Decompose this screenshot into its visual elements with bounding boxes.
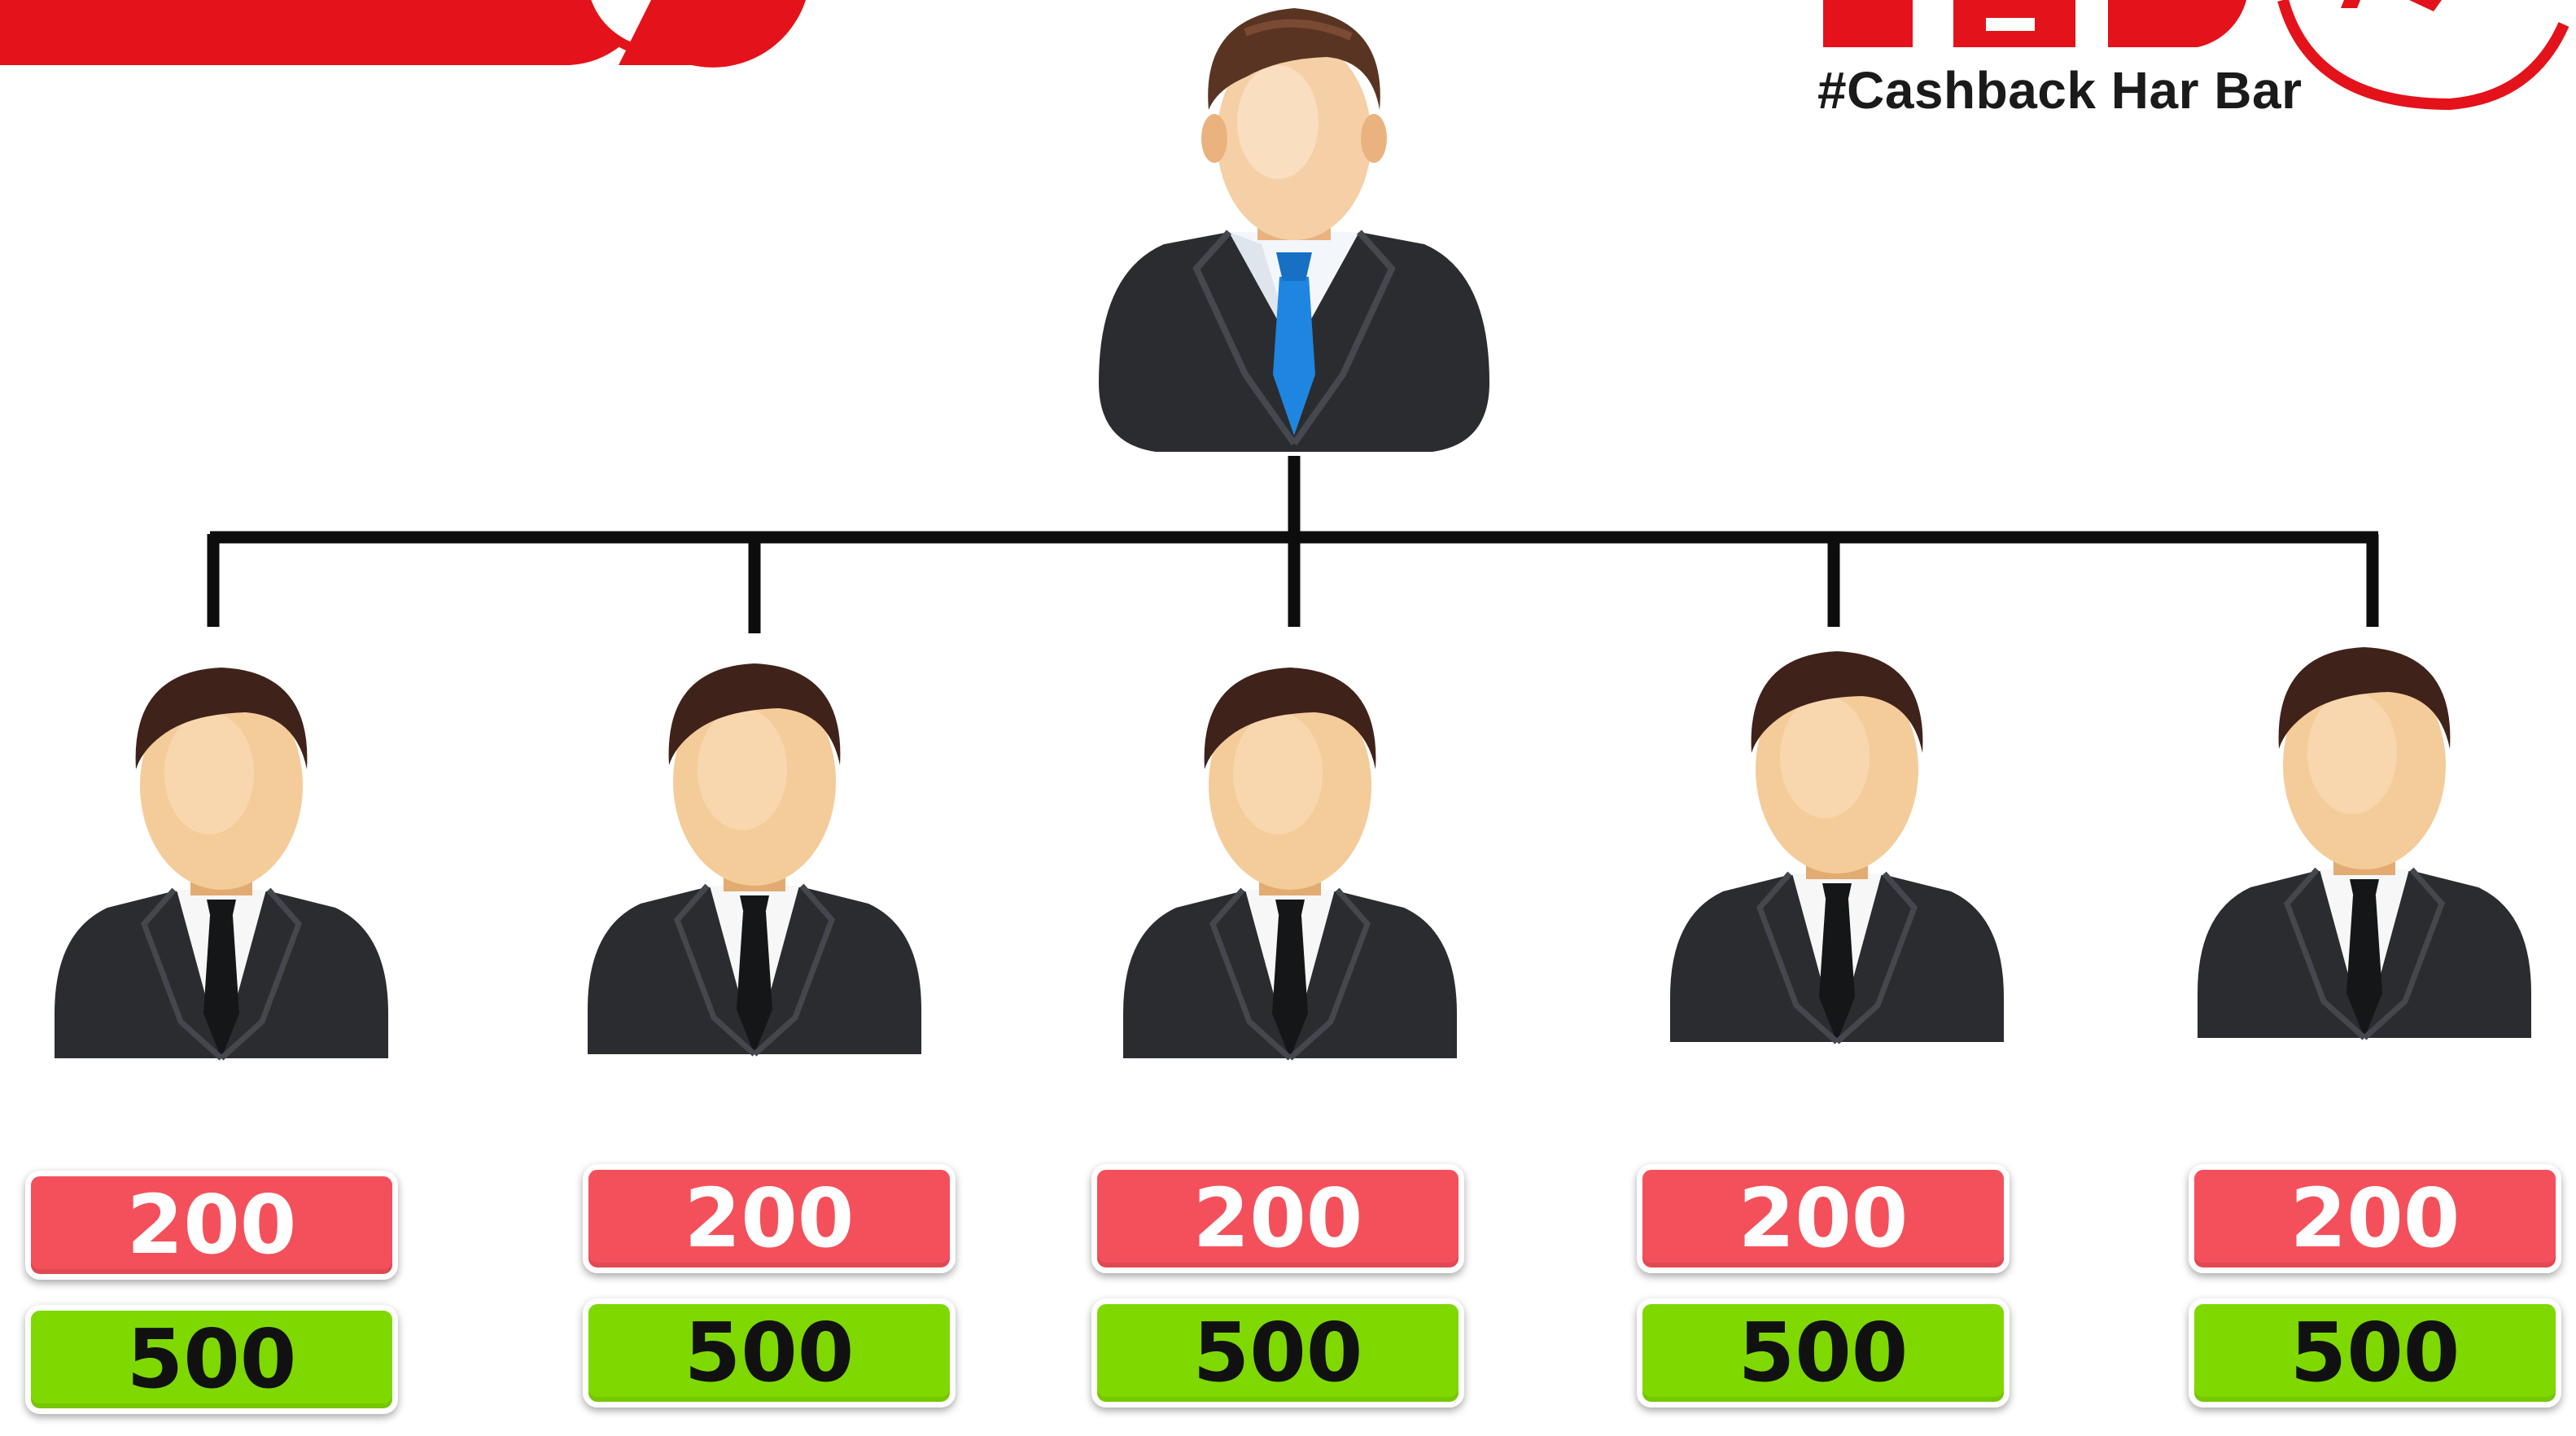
bottom-value-badge: 500	[1091, 1298, 1464, 1408]
top-value-badge: 200	[2189, 1164, 2561, 1273]
bottom-value-badge: 500	[583, 1298, 956, 1408]
businessman-blue-tie-icon	[1099, 8, 1489, 452]
businessman-icon	[588, 663, 921, 1057]
top-value-badge: 200	[583, 1164, 956, 1273]
top-value-badge: 200	[1091, 1164, 1464, 1273]
bottom-value-badge: 500	[2189, 1298, 2561, 1408]
brand-tagline: #Cashback Har Bar	[1817, 61, 2303, 120]
children-people	[55, 647, 2531, 1061]
top-value-badge: 200	[25, 1171, 398, 1280]
red-banner-shape	[0, 0, 806, 68]
connector-lines	[207, 456, 2379, 633]
businessman-icon	[2198, 647, 2531, 1040]
top-value-badge: 200	[1637, 1164, 2010, 1273]
businessman-icon	[1123, 668, 1457, 1061]
businessman-icon	[55, 668, 388, 1061]
org-chart: #Cashback Har Bar 200 500 200 500 200 500 200 5…	[0, 0, 2576, 1436]
businessman-icon	[1670, 651, 2004, 1044]
bottom-value-badge: 500	[25, 1305, 398, 1414]
bottom-value-badge: 500	[1637, 1298, 2010, 1408]
